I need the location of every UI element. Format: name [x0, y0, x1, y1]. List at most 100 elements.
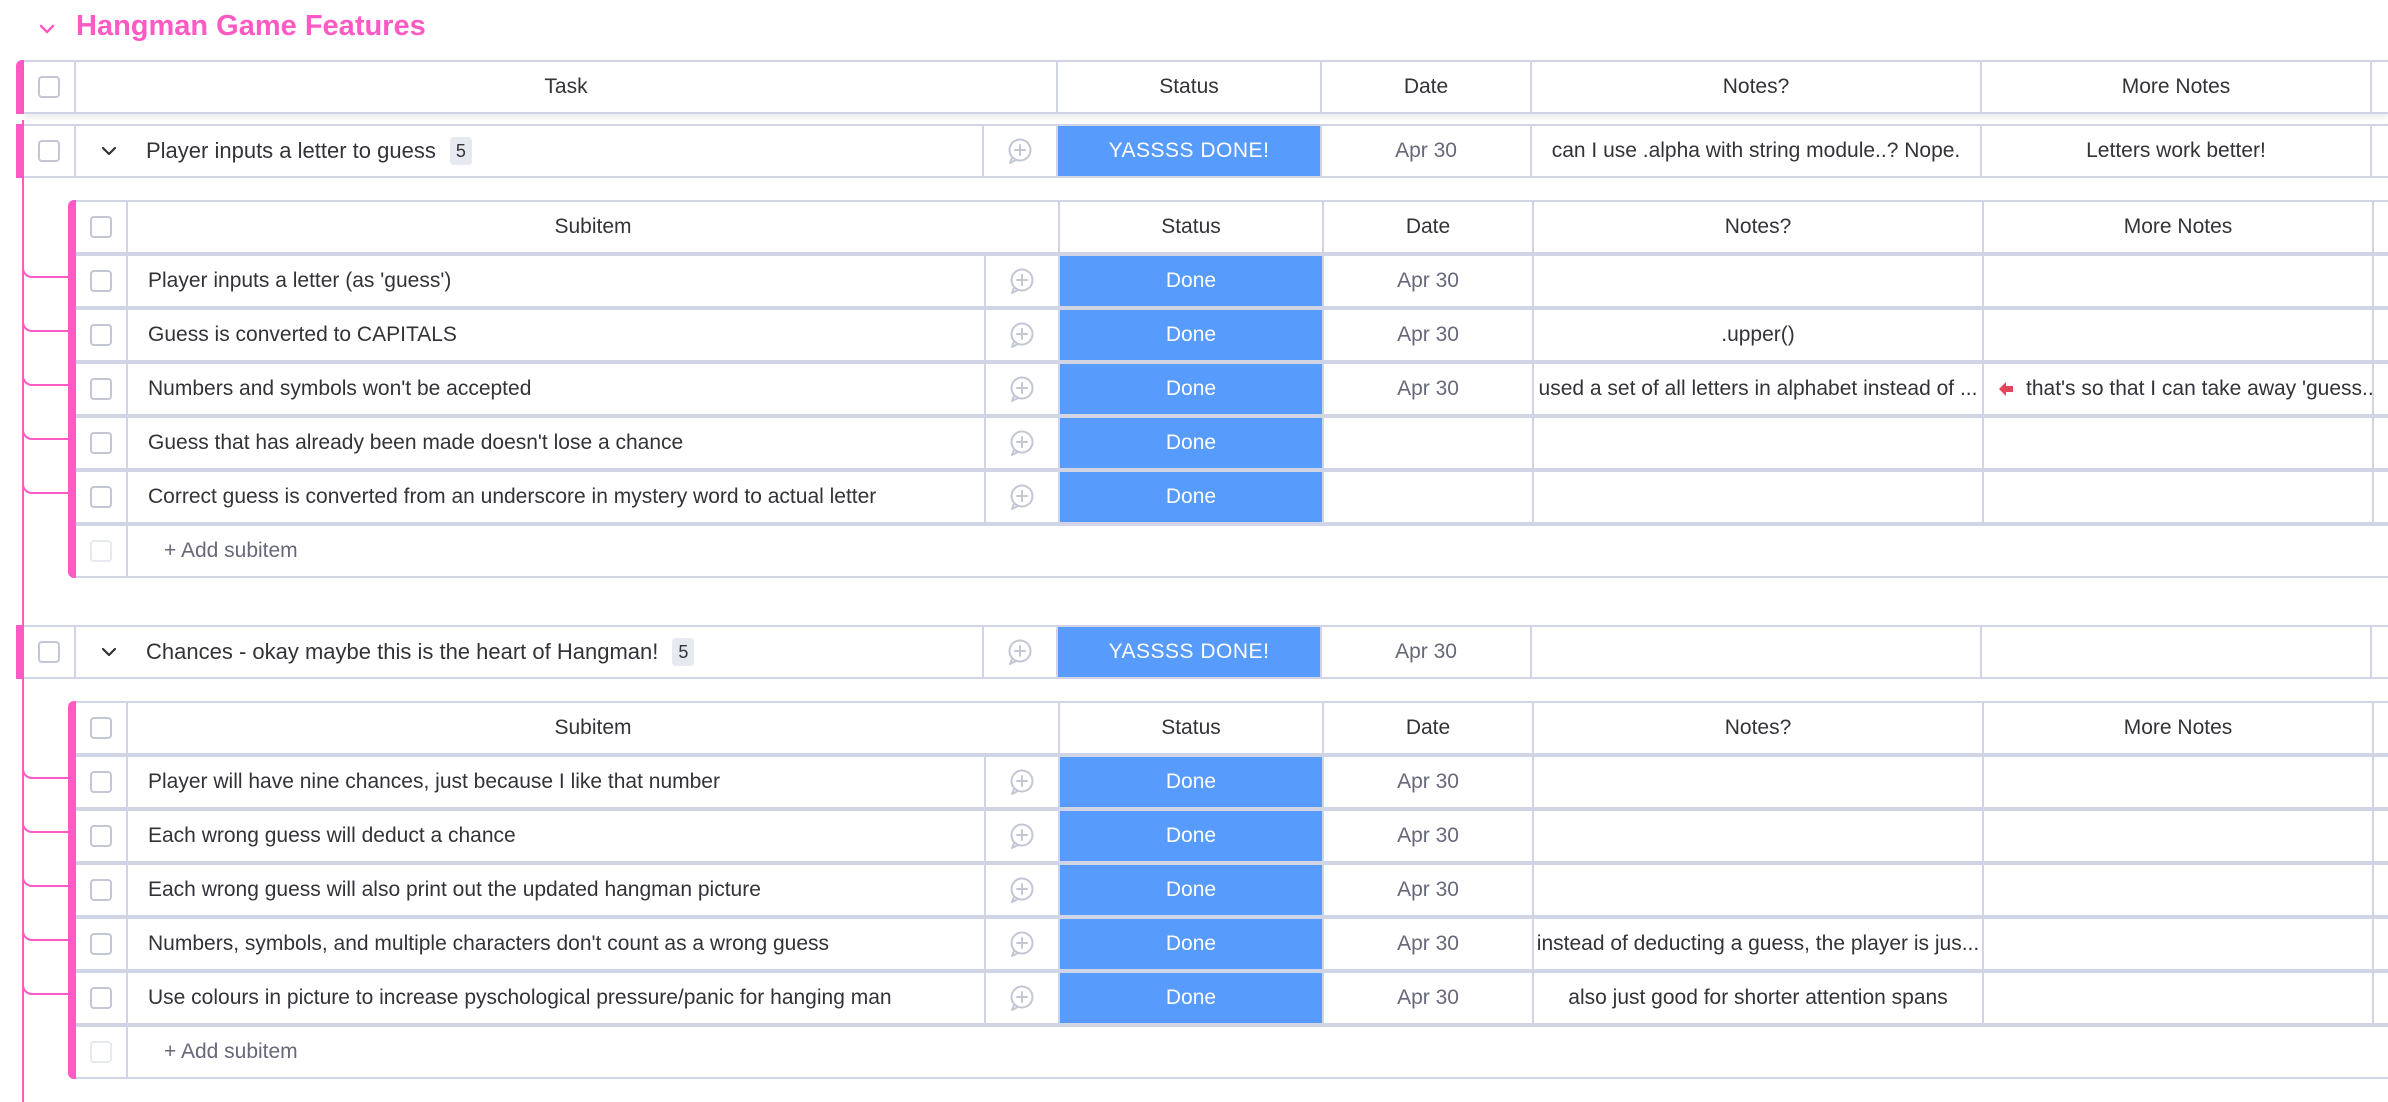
- item-row[interactable]: Chances - okay maybe this is the heart o…: [24, 625, 2388, 679]
- subitem-header-more-notes[interactable]: More Notes: [1982, 703, 2372, 753]
- subitem-status-cell[interactable]: Done: [1058, 256, 1322, 306]
- add-subitem-button[interactable]: + Add subitem: [126, 526, 2388, 576]
- subitem-row[interactable]: Player inputs a letter (as 'guess') Done…: [76, 254, 2388, 308]
- subitem-status-cell[interactable]: Done: [1058, 364, 1322, 414]
- add-update-icon[interactable]: [1008, 375, 1036, 403]
- item-name-cell[interactable]: Player inputs a letter to guess 5: [74, 126, 982, 176]
- column-header-more-notes[interactable]: More Notes: [1980, 62, 2370, 112]
- subitem-select-all-checkbox[interactable]: [90, 216, 112, 238]
- subitem-updates-cell[interactable]: [984, 865, 1058, 915]
- subitem-updates-cell[interactable]: [984, 919, 1058, 969]
- subitem-notes-cell[interactable]: used a set of all letters in alphabet in…: [1532, 364, 1982, 414]
- subitem-header-notes[interactable]: Notes?: [1532, 202, 1982, 252]
- subitem-notes-cell[interactable]: [1532, 865, 1982, 915]
- add-update-icon[interactable]: [1008, 930, 1036, 958]
- item-date-cell[interactable]: Apr 30: [1320, 627, 1530, 677]
- subitem-name[interactable]: Use colours in picture to increase pysch…: [126, 973, 984, 1023]
- subitem-count-badge[interactable]: 5: [672, 638, 695, 666]
- subitem-status-cell[interactable]: Done: [1058, 310, 1322, 360]
- subitem-notes-cell[interactable]: also just good for shorter attention spa…: [1532, 973, 1982, 1023]
- subitem-row[interactable]: Player will have nine chances, just beca…: [76, 755, 2388, 809]
- subitem-checkbox[interactable]: [90, 987, 112, 1009]
- item-notes-cell[interactable]: [1530, 627, 1980, 677]
- subitem-name[interactable]: Each wrong guess will also print out the…: [126, 865, 984, 915]
- subitem-name[interactable]: Guess that has already been made doesn't…: [126, 418, 984, 468]
- subitem-checkbox[interactable]: [90, 432, 112, 454]
- subitem-name[interactable]: Player will have nine chances, just beca…: [126, 757, 984, 807]
- subitem-more-notes-cell[interactable]: that's so that I can take away 'guess...: [1982, 364, 2372, 414]
- subitem-status-cell[interactable]: Done: [1058, 811, 1322, 861]
- subitem-row[interactable]: Guess is converted to CAPITALS Done Apr …: [76, 308, 2388, 362]
- subitem-notes-cell[interactable]: .upper(): [1532, 310, 1982, 360]
- subitem-date-cell[interactable]: Apr 30: [1322, 919, 1532, 969]
- subitem-row[interactable]: Use colours in picture to increase pysch…: [76, 971, 2388, 1025]
- subitem-notes-cell[interactable]: [1532, 472, 1982, 522]
- subitem-checkbox[interactable]: [90, 486, 112, 508]
- subitem-row[interactable]: Numbers and symbols won't be accepted Do…: [76, 362, 2388, 416]
- add-update-icon[interactable]: [1008, 876, 1036, 904]
- subitem-more-notes-cell[interactable]: [1982, 472, 2372, 522]
- add-update-icon[interactable]: [1008, 429, 1036, 457]
- subitem-name[interactable]: Each wrong guess will deduct a chance: [126, 811, 984, 861]
- subitem-header-date[interactable]: Date: [1322, 703, 1532, 753]
- subitem-checkbox[interactable]: [90, 825, 112, 847]
- subitem-status-cell[interactable]: Done: [1058, 418, 1322, 468]
- item-date-cell[interactable]: Apr 30: [1320, 126, 1530, 176]
- subitem-updates-cell[interactable]: [984, 364, 1058, 414]
- subitem-updates-cell[interactable]: [984, 811, 1058, 861]
- subitem-checkbox[interactable]: [90, 324, 112, 346]
- subitem-updates-cell[interactable]: [984, 472, 1058, 522]
- chevron-down-icon[interactable]: [98, 140, 120, 162]
- subitem-date-cell[interactable]: Apr 30: [1322, 757, 1532, 807]
- item-checkbox[interactable]: [38, 641, 60, 663]
- subitem-more-notes-cell[interactable]: [1982, 919, 2372, 969]
- subitem-more-notes-cell[interactable]: [1982, 973, 2372, 1023]
- subitem-checkbox[interactable]: [90, 879, 112, 901]
- subitem-header-status[interactable]: Status: [1058, 202, 1322, 252]
- add-update-icon[interactable]: [1008, 483, 1036, 511]
- subitem-header-notes[interactable]: Notes?: [1532, 703, 1982, 753]
- item-status-cell[interactable]: YASSSS DONE!: [1056, 627, 1320, 677]
- subitem-date-cell[interactable]: Apr 30: [1322, 811, 1532, 861]
- subitem-updates-cell[interactable]: [984, 757, 1058, 807]
- add-subitem-row[interactable]: + Add subitem: [76, 1025, 2388, 1079]
- subitem-header-date[interactable]: Date: [1322, 202, 1532, 252]
- subitem-status-cell[interactable]: Done: [1058, 865, 1322, 915]
- subitem-status-cell[interactable]: Done: [1058, 919, 1322, 969]
- item-status-cell[interactable]: YASSSS DONE!: [1056, 126, 1320, 176]
- add-update-icon[interactable]: [1008, 984, 1036, 1012]
- subitem-date-cell[interactable]: Apr 30: [1322, 256, 1532, 306]
- subitem-row[interactable]: Each wrong guess will also print out the…: [76, 863, 2388, 917]
- subitem-status-cell[interactable]: Done: [1058, 973, 1322, 1023]
- item-checkbox[interactable]: [38, 140, 60, 162]
- subitem-name[interactable]: Numbers, symbols, and multiple character…: [126, 919, 984, 969]
- add-subitem-button[interactable]: + Add subitem: [126, 1027, 2388, 1077]
- subitem-status-cell[interactable]: Done: [1058, 472, 1322, 522]
- item-updates-cell[interactable]: [982, 627, 1056, 677]
- subitem-name[interactable]: Correct guess is converted from an under…: [126, 472, 984, 522]
- item-updates-cell[interactable]: [982, 126, 1056, 176]
- group-title[interactable]: Hangman Game Features: [76, 10, 426, 43]
- add-update-icon[interactable]: [1006, 638, 1034, 666]
- subitem-status-cell[interactable]: Done: [1058, 757, 1322, 807]
- subitem-updates-cell[interactable]: [984, 256, 1058, 306]
- subitem-checkbox[interactable]: [90, 771, 112, 793]
- column-header-notes[interactable]: Notes?: [1530, 62, 1980, 112]
- item-name-cell[interactable]: Chances - okay maybe this is the heart o…: [74, 627, 982, 677]
- item-name[interactable]: Player inputs a letter to guess: [146, 138, 436, 164]
- subitem-updates-cell[interactable]: [984, 418, 1058, 468]
- subitem-notes-cell[interactable]: [1532, 811, 1982, 861]
- column-header-date[interactable]: Date: [1320, 62, 1530, 112]
- subitem-more-notes-cell[interactable]: [1982, 310, 2372, 360]
- subitem-more-notes-cell[interactable]: [1982, 811, 2372, 861]
- column-header-task[interactable]: Task: [74, 62, 1056, 112]
- select-all-checkbox[interactable]: [38, 76, 60, 98]
- subitem-header-name[interactable]: Subitem: [126, 703, 1058, 753]
- subitem-updates-cell[interactable]: [984, 973, 1058, 1023]
- add-update-icon[interactable]: [1006, 137, 1034, 165]
- subitem-header-status[interactable]: Status: [1058, 703, 1322, 753]
- subitem-notes-cell[interactable]: instead of deducting a guess, the player…: [1532, 919, 1982, 969]
- subitem-date-cell[interactable]: Apr 30: [1322, 973, 1532, 1023]
- subitem-more-notes-cell[interactable]: [1982, 418, 2372, 468]
- subitem-count-badge[interactable]: 5: [449, 137, 472, 165]
